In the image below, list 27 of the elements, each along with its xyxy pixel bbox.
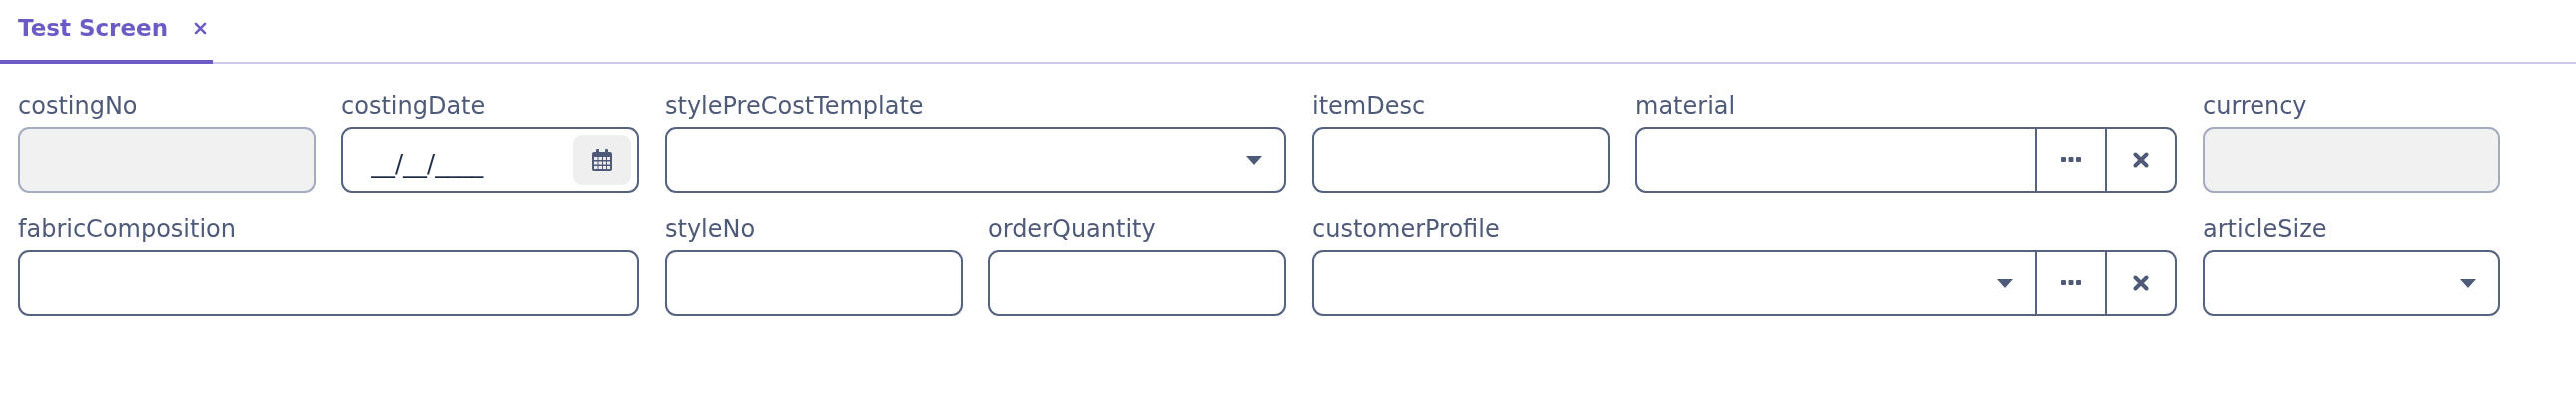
- field-label: styleNo: [665, 214, 757, 244]
- field-label: costingDate: [341, 91, 487, 121]
- field-label: fabricComposition: [18, 214, 237, 244]
- input-field[interactable]: [1312, 250, 2177, 316]
- input-field[interactable]: [2203, 250, 2500, 316]
- ellipsis-icon: [2061, 157, 2081, 163]
- close-icon: [2133, 275, 2149, 291]
- field-label: itemDesc: [1312, 91, 1427, 121]
- field-label: costingNo: [18, 91, 139, 121]
- field-label: stylePreCostTemplate: [665, 91, 925, 121]
- field-label: articleSize: [2203, 214, 2328, 244]
- text-input[interactable]: __/__/____: [343, 129, 567, 191]
- close-icon[interactable]: [194, 21, 208, 35]
- field-label: customerProfile: [1312, 214, 1501, 244]
- dropdown-caret-icon[interactable]: [1997, 278, 2013, 288]
- dropdown-caret-icon[interactable]: [1246, 155, 1262, 165]
- calendar-button[interactable]: [573, 135, 631, 185]
- field-label: orderQuantity: [988, 214, 1157, 244]
- field-label: material: [1635, 91, 1737, 121]
- dropdown-caret-icon[interactable]: [2460, 278, 2476, 288]
- input-field[interactable]: [1635, 127, 2177, 193]
- field-label: currency: [2203, 91, 2308, 121]
- tab[interactable]: Test Screen: [0, 0, 213, 64]
- ellipsis-icon: [2061, 280, 2081, 286]
- close-icon: [2133, 152, 2149, 168]
- input-field[interactable]: __/__/____: [341, 127, 639, 193]
- calendar-icon: [591, 148, 613, 172]
